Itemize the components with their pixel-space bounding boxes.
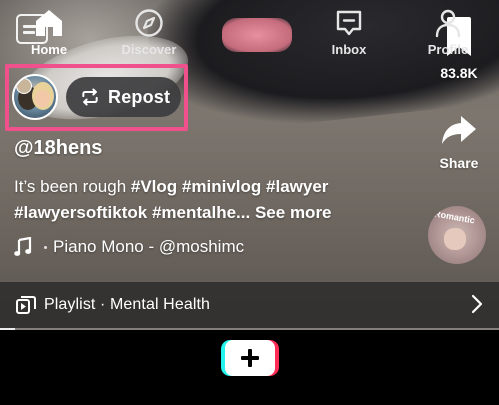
profile-icon <box>435 9 461 38</box>
nav-home[interactable]: Home <box>4 8 94 57</box>
music-track-row[interactable]: Piano Mono - @moshimc <box>14 237 244 257</box>
nav-home-label: Home <box>30 42 68 57</box>
nav-inbox-label: Inbox <box>331 42 367 57</box>
nav-profile[interactable]: Profile <box>403 8 493 57</box>
reposter-mini-avatar <box>16 78 32 94</box>
inbox-icon <box>336 10 362 36</box>
caption-line-1: It’s been rough #Vlog #minivlog #lawyer <box>14 177 328 197</box>
caption-text: It’s been rough <box>14 177 131 196</box>
home-icon <box>36 10 62 36</box>
music-disc[interactable]: Romantic <box>428 206 486 264</box>
author-username[interactable]: @18hens <box>14 137 102 160</box>
share-arrow-icon <box>442 116 476 144</box>
repost-icon <box>82 88 98 106</box>
music-note-icon <box>14 237 32 256</box>
hashtag[interactable]: #lawyersoftiktok <box>14 203 147 222</box>
hashtag[interactable]: #lawyer <box>266 177 328 196</box>
see-more-link[interactable]: See more <box>255 203 332 222</box>
playlist-bar[interactable]: Playlist · Mental Health <box>0 282 499 328</box>
video-content-pink-object <box>222 18 292 52</box>
hashtag[interactable]: #Vlog <box>131 177 177 196</box>
caption-line-2: #lawyersoftiktok #mentalhe... See more <box>14 203 332 223</box>
share-label: Share <box>439 155 479 171</box>
avatar-photo-part <box>35 90 50 107</box>
nav-discover-label: Discover <box>121 42 177 57</box>
create-button[interactable] <box>221 340 279 376</box>
nav-inbox[interactable]: Inbox <box>304 8 394 57</box>
music-disc-label: Romantic <box>433 208 476 226</box>
nav-discover[interactable]: Discover <box>104 8 194 57</box>
share-action[interactable]: Share <box>429 110 489 171</box>
playlist-icon <box>16 296 36 314</box>
repost-button[interactable]: Repost <box>66 77 181 117</box>
music-disc-art <box>444 228 466 250</box>
chevron-right-icon <box>471 294 483 314</box>
marquee-dot <box>44 245 47 249</box>
plus-icon-vertical <box>248 349 252 367</box>
compass-icon <box>135 9 163 37</box>
music-track-name: Piano Mono - @moshimc <box>53 237 245 256</box>
nav-profile-label: Profile <box>427 42 469 57</box>
hashtag[interactable]: #mentalhe... <box>152 203 250 222</box>
bookmark-count: 83.8K <box>440 65 478 81</box>
hashtag[interactable]: #minivlog <box>182 177 261 196</box>
author-avatar[interactable] <box>12 74 58 120</box>
repost-label: Repost <box>108 86 171 107</box>
playlist-label: Playlist · Mental Health <box>44 296 211 313</box>
